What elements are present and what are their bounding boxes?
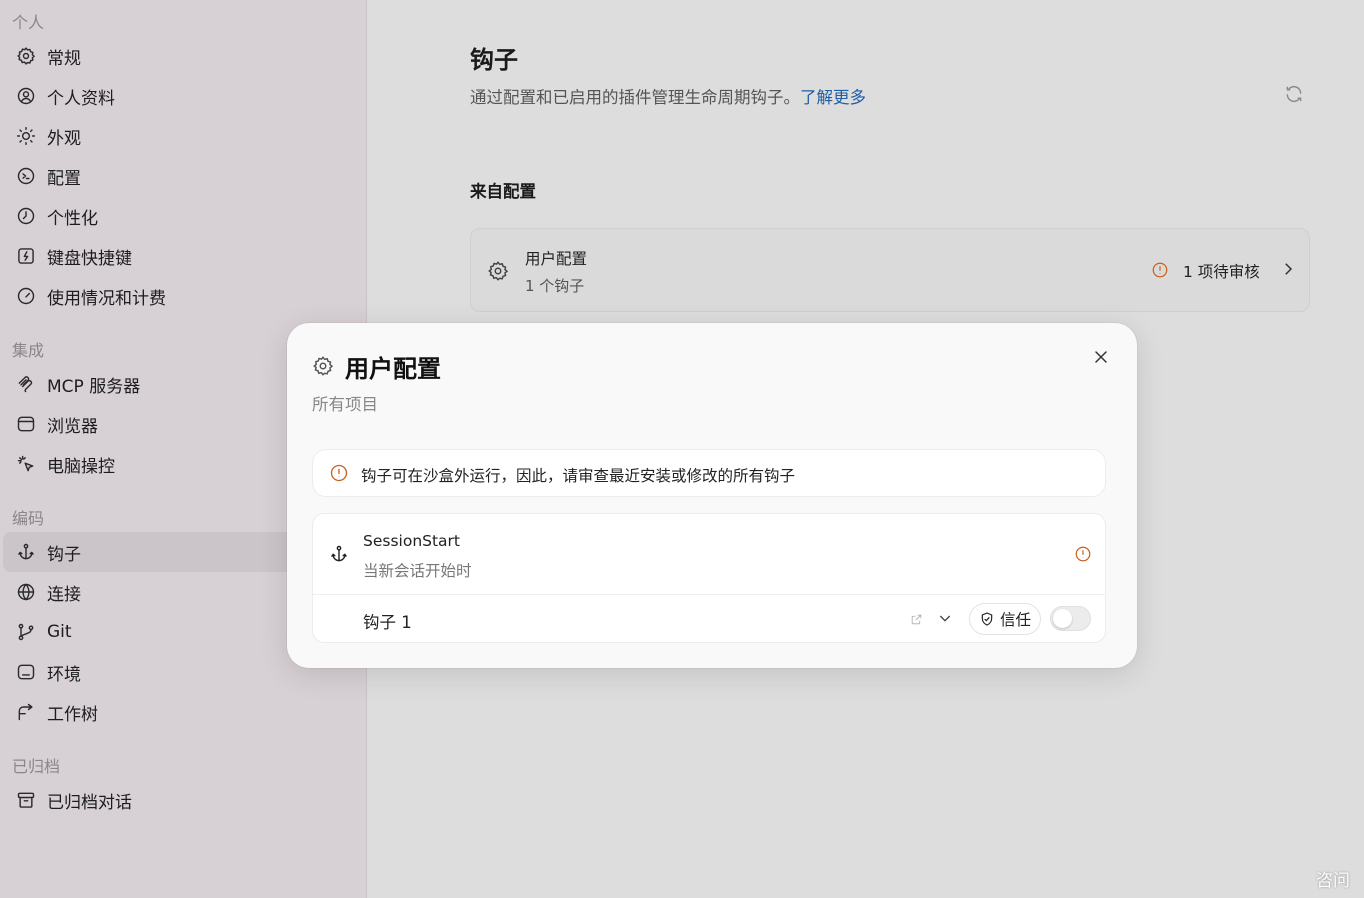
hook-event-card: SessionStart 当新会话开始时 钩子 1 信任 bbox=[312, 513, 1106, 643]
sidebar-item-label: 浏览器 bbox=[47, 416, 98, 437]
trust-label: 信任 bbox=[1000, 611, 1032, 629]
bolt-icon bbox=[15, 245, 37, 267]
gear-icon bbox=[15, 45, 37, 67]
hook-name: 钩子 1 bbox=[363, 613, 412, 632]
sidebar-item-label: 已归档对话 bbox=[47, 792, 132, 813]
gear-icon bbox=[487, 260, 509, 286]
anchor-icon bbox=[15, 541, 37, 563]
trust-button[interactable]: 信任 bbox=[969, 603, 1041, 635]
sidebar-item-label: 个性化 bbox=[47, 208, 98, 229]
sidebar-item-label: 电脑操控 bbox=[47, 456, 115, 477]
sidebar-item-keyboard-shortcuts[interactable]: 键盘快捷键 bbox=[3, 236, 362, 276]
user-config-card[interactable]: 用户配置 1 个钩子 1 项待审核 bbox=[470, 228, 1310, 312]
sidebar-item-label: 配置 bbox=[47, 168, 81, 189]
display-icon bbox=[15, 661, 37, 683]
help-label[interactable]: 咨问 bbox=[1316, 866, 1350, 891]
warning-icon bbox=[329, 463, 349, 487]
globe-icon bbox=[15, 581, 37, 603]
description-text: 通过配置和已启用的插件管理生命周期钩子。 bbox=[470, 88, 800, 107]
sidebar-item-label: 钩子 bbox=[47, 544, 81, 565]
chevron-right-icon bbox=[1279, 260, 1297, 282]
chevron-down-icon[interactable] bbox=[937, 610, 953, 630]
sidebar-item-label: Git bbox=[47, 622, 72, 642]
gauge-icon bbox=[15, 285, 37, 307]
archive-icon bbox=[15, 789, 37, 811]
learn-more-link[interactable]: 了解更多 bbox=[800, 88, 866, 107]
sidebar-item-personalization[interactable]: 个性化 bbox=[3, 196, 362, 236]
user-config-dialog: 用户配置 所有项目 钩子可在沙盒外运行，因此，请审查最近安装或修改的所有钩子 S… bbox=[287, 323, 1137, 668]
review-count: 1 项待审核 bbox=[1183, 263, 1260, 281]
refresh-icon bbox=[1286, 85, 1302, 103]
anchor-icon bbox=[329, 544, 349, 568]
dialog-subtitle: 所有项目 bbox=[312, 395, 378, 414]
sidebar-item-label: MCP 服务器 bbox=[47, 376, 141, 397]
sidebar-item-appearance[interactable]: 外观 bbox=[3, 116, 362, 156]
config-card-title: 用户配置 bbox=[525, 250, 588, 268]
sidebar-item-config[interactable]: 配置 bbox=[3, 156, 362, 196]
sidebar-item-label: 键盘快捷键 bbox=[47, 248, 132, 269]
sandbox-warning-banner: 钩子可在沙盒外运行，因此，请审查最近安装或修改的所有钩子 bbox=[312, 449, 1106, 497]
sidebar-item-label: 使用情况和计费 bbox=[47, 288, 166, 309]
user-circle-icon bbox=[15, 85, 37, 107]
git-branch-icon bbox=[15, 621, 37, 643]
section-label: 个人 bbox=[12, 13, 45, 32]
sidebar-item-general[interactable]: 常规 bbox=[3, 36, 362, 76]
sidebar-item-label: 外观 bbox=[47, 128, 81, 149]
config-card-subtitle: 1 个钩子 bbox=[525, 277, 585, 295]
shield-check-icon bbox=[981, 612, 993, 626]
section-heading: 来自配置 bbox=[470, 182, 536, 201]
sidebar-item-label: 工作树 bbox=[47, 704, 98, 725]
clock-icon bbox=[15, 205, 37, 227]
warning-icon bbox=[1151, 261, 1169, 283]
hook-event-name: SessionStart bbox=[363, 532, 461, 550]
close-button[interactable] bbox=[1091, 347, 1113, 369]
gear-icon bbox=[312, 355, 334, 381]
warning-icon bbox=[1074, 545, 1092, 567]
warning-text: 钩子可在沙盒外运行，因此，请审查最近安装或修改的所有钩子 bbox=[361, 467, 796, 485]
sidebar-item-label: 常规 bbox=[47, 48, 81, 69]
external-link-icon[interactable] bbox=[910, 611, 923, 630]
section-label: 已归档 bbox=[12, 757, 61, 776]
sidebar-item-archived-chats[interactable]: 已归档对话 bbox=[3, 780, 362, 820]
terminal-icon bbox=[15, 165, 37, 187]
browser-icon bbox=[15, 413, 37, 435]
page-description: 通过配置和已启用的插件管理生命周期钩子。了解更多 bbox=[470, 84, 866, 108]
page-title: 钩子 bbox=[470, 46, 518, 74]
refresh-button[interactable] bbox=[1284, 84, 1306, 106]
divider bbox=[313, 594, 1105, 595]
hook-enable-toggle[interactable] bbox=[1050, 606, 1091, 631]
close-icon bbox=[1095, 351, 1107, 363]
sidebar-item-label: 个人资料 bbox=[47, 88, 115, 109]
sidebar-item-profile[interactable]: 个人资料 bbox=[3, 76, 362, 116]
mcp-icon bbox=[15, 373, 37, 395]
sidebar-item-worktree[interactable]: 工作树 bbox=[3, 692, 362, 732]
sidebar-item-usage-billing[interactable]: 使用情况和计费 bbox=[3, 276, 362, 316]
hook-event-description: 当新会话开始时 bbox=[363, 562, 472, 580]
sidebar-item-label: 环境 bbox=[47, 664, 81, 685]
cursor-click-icon bbox=[15, 453, 37, 475]
sun-icon bbox=[15, 125, 37, 147]
dialog-title: 用户配置 bbox=[345, 355, 441, 383]
worktree-icon bbox=[15, 701, 37, 723]
sidebar-item-label: 连接 bbox=[47, 584, 81, 605]
